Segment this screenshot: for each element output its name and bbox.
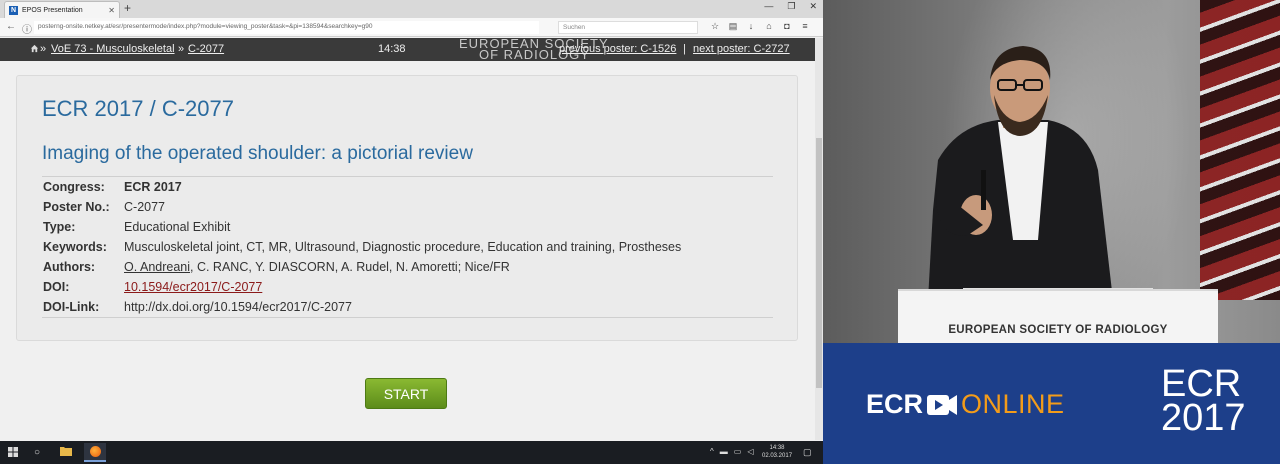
ecr-online-branding: ECR ONLINE ECR 2017 [823,343,1280,464]
browser-action-icons: ☆ ▤ ↓ ⌂ ◘ ≡ [710,21,810,32]
browser-toolbar: ← ⓘ posterng-onsite.netkey.at/esr/presen… [0,18,823,37]
poster-title: Imaging of the operated shoulder: a pict… [42,143,473,164]
download-icon[interactable]: ↓ [746,21,756,32]
meta-value: Musculoskeletal joint, CT, MR, Ultrasoun… [124,240,682,254]
battery-icon[interactable]: ▭ [734,447,742,456]
browser-tab-bar: N EPOS Presentation ✕ + — ❐ ✕ [0,0,823,18]
ecr-word: ECR [866,389,924,419]
new-tab-button[interactable]: + [124,1,131,15]
firefox-icon [89,446,101,457]
breadcrumb-separator: » [178,43,185,55]
meta-label: Keywords: [43,240,107,254]
breadcrumb-separator: » [40,43,47,55]
meta-value: ECR 2017 [124,180,182,194]
poster-info-card: ECR 2017 / C-2077 Imaging of the operate… [16,75,798,341]
meta-value: O. Andreani, C. RANC, Y. DIASCORN, A. Ru… [124,260,510,274]
windows-taskbar: ○ ^ ▬ ▭ ◁ 14:38 02.03.2017 ▢ [0,441,823,464]
tray-chevron-icon[interactable]: ^ [710,447,714,456]
info-icon[interactable]: ⓘ [22,21,32,36]
pocket-icon[interactable]: ◘ [782,21,792,32]
bookmark-star-icon[interactable]: ☆ [710,21,720,32]
nav-divider: | [683,43,686,55]
meta-value: C-2077 [124,200,165,214]
window-close-icon[interactable]: ✕ [809,1,817,12]
doi-url[interactable]: http://dx.doi.org/10.1594/ecr2017/C-2077 [124,300,352,314]
scrollbar-thumb[interactable] [816,138,822,388]
ecr-year-bottom: 2017 [1161,397,1246,439]
notification-icon[interactable]: ▢ [803,447,812,458]
home-icon[interactable]: ⌂ [764,21,774,32]
ecr-online-logo: ECR ONLINE [866,389,1065,420]
start-button[interactable]: START [365,378,447,409]
authors-rest: , C. RANC, Y. DIASCORN, A. Rudel, N. Amo… [190,260,510,274]
podium: EUROPEAN SOCIETY OF RADIOLOGY [898,289,1218,343]
taskbar-clock[interactable]: 14:38 02.03.2017 [762,444,792,460]
back-icon[interactable]: ← [6,21,16,32]
file-explorer-icon[interactable] [60,446,72,459]
meta-label: Poster No.: [43,200,110,214]
play-camera-icon [927,394,958,415]
poster-id-heading: ECR 2017 / C-2077 [42,96,234,121]
poster-navigation-bar: » VoE 73 - Musculoskeletal » C-2077 14:3… [0,37,815,61]
meta-label: Type: [43,220,76,234]
firefox-taskbar-icon[interactable] [84,443,106,462]
ecr-2017-logo: ECR 2017 [1161,363,1246,439]
podium-label: EUROPEAN SOCIETY OF RADIOLOGY [948,324,1168,336]
volume-icon[interactable]: ◁ [747,447,753,456]
taskbar-search-icon[interactable]: ○ [34,447,40,458]
ecr-year-top: ECR [1161,363,1242,405]
divider [42,317,773,318]
meta-value: 10.1594/ecr2017/C-2077 [124,280,262,294]
windows-start-icon[interactable] [8,447,18,460]
meta-label: Congress: [43,180,105,194]
search-input[interactable]: Suchen [558,21,698,34]
speaker-video: EUROPEAN SOCIETY OF RADIOLOGY [823,0,1280,343]
first-author-link[interactable]: O. Andreani [124,260,190,274]
restore-icon[interactable]: ❐ [787,1,795,12]
clock-date: 02.03.2017 [762,453,793,459]
doi-link[interactable]: 10.1594/ecr2017/C-2077 [124,280,262,294]
menu-icon[interactable]: ≡ [800,21,810,32]
meta-label: DOI-Link: [43,300,100,314]
network-icon[interactable]: ▬ [720,447,728,456]
tab-favicon-icon: N [9,5,18,15]
address-bar[interactable]: posterng-onsite.netkey.at/esr/presenterm… [34,21,539,34]
window-controls: — ❐ ✕ [764,1,817,12]
next-poster-link[interactable]: next poster: C-2727 [693,43,790,55]
divider [42,176,773,177]
breadcrumb-poster-link[interactable]: C-2077 [188,43,224,55]
breadcrumb-session-link[interactable]: VoE 73 - Musculoskeletal [51,43,175,55]
browser-tab[interactable]: N EPOS Presentation ✕ [4,1,120,18]
browser-screen-capture: N EPOS Presentation ✕ + — ❐ ✕ ← ⓘ poster… [0,0,823,464]
flower-banner [1200,0,1280,300]
previous-poster-link[interactable]: previous poster: C-1526 [559,43,676,55]
tab-close-icon[interactable]: ✕ [108,6,115,15]
online-word: ONLINE [961,389,1065,419]
meta-label: Authors: [43,260,96,274]
home-icon[interactable] [30,44,39,56]
clock-time: 14:38 [769,445,785,451]
library-icon[interactable]: ▤ [728,21,738,32]
meta-label: DOI: [43,280,70,294]
system-tray: ^ ▬ ▭ ◁ [710,447,753,456]
page-scrollbar[interactable] [815,38,823,440]
tab-title: EPOS Presentation [22,6,83,14]
minimize-icon[interactable]: — [764,1,773,12]
session-time: 14:38 [378,43,406,55]
meta-value: Educational Exhibit [124,220,231,234]
